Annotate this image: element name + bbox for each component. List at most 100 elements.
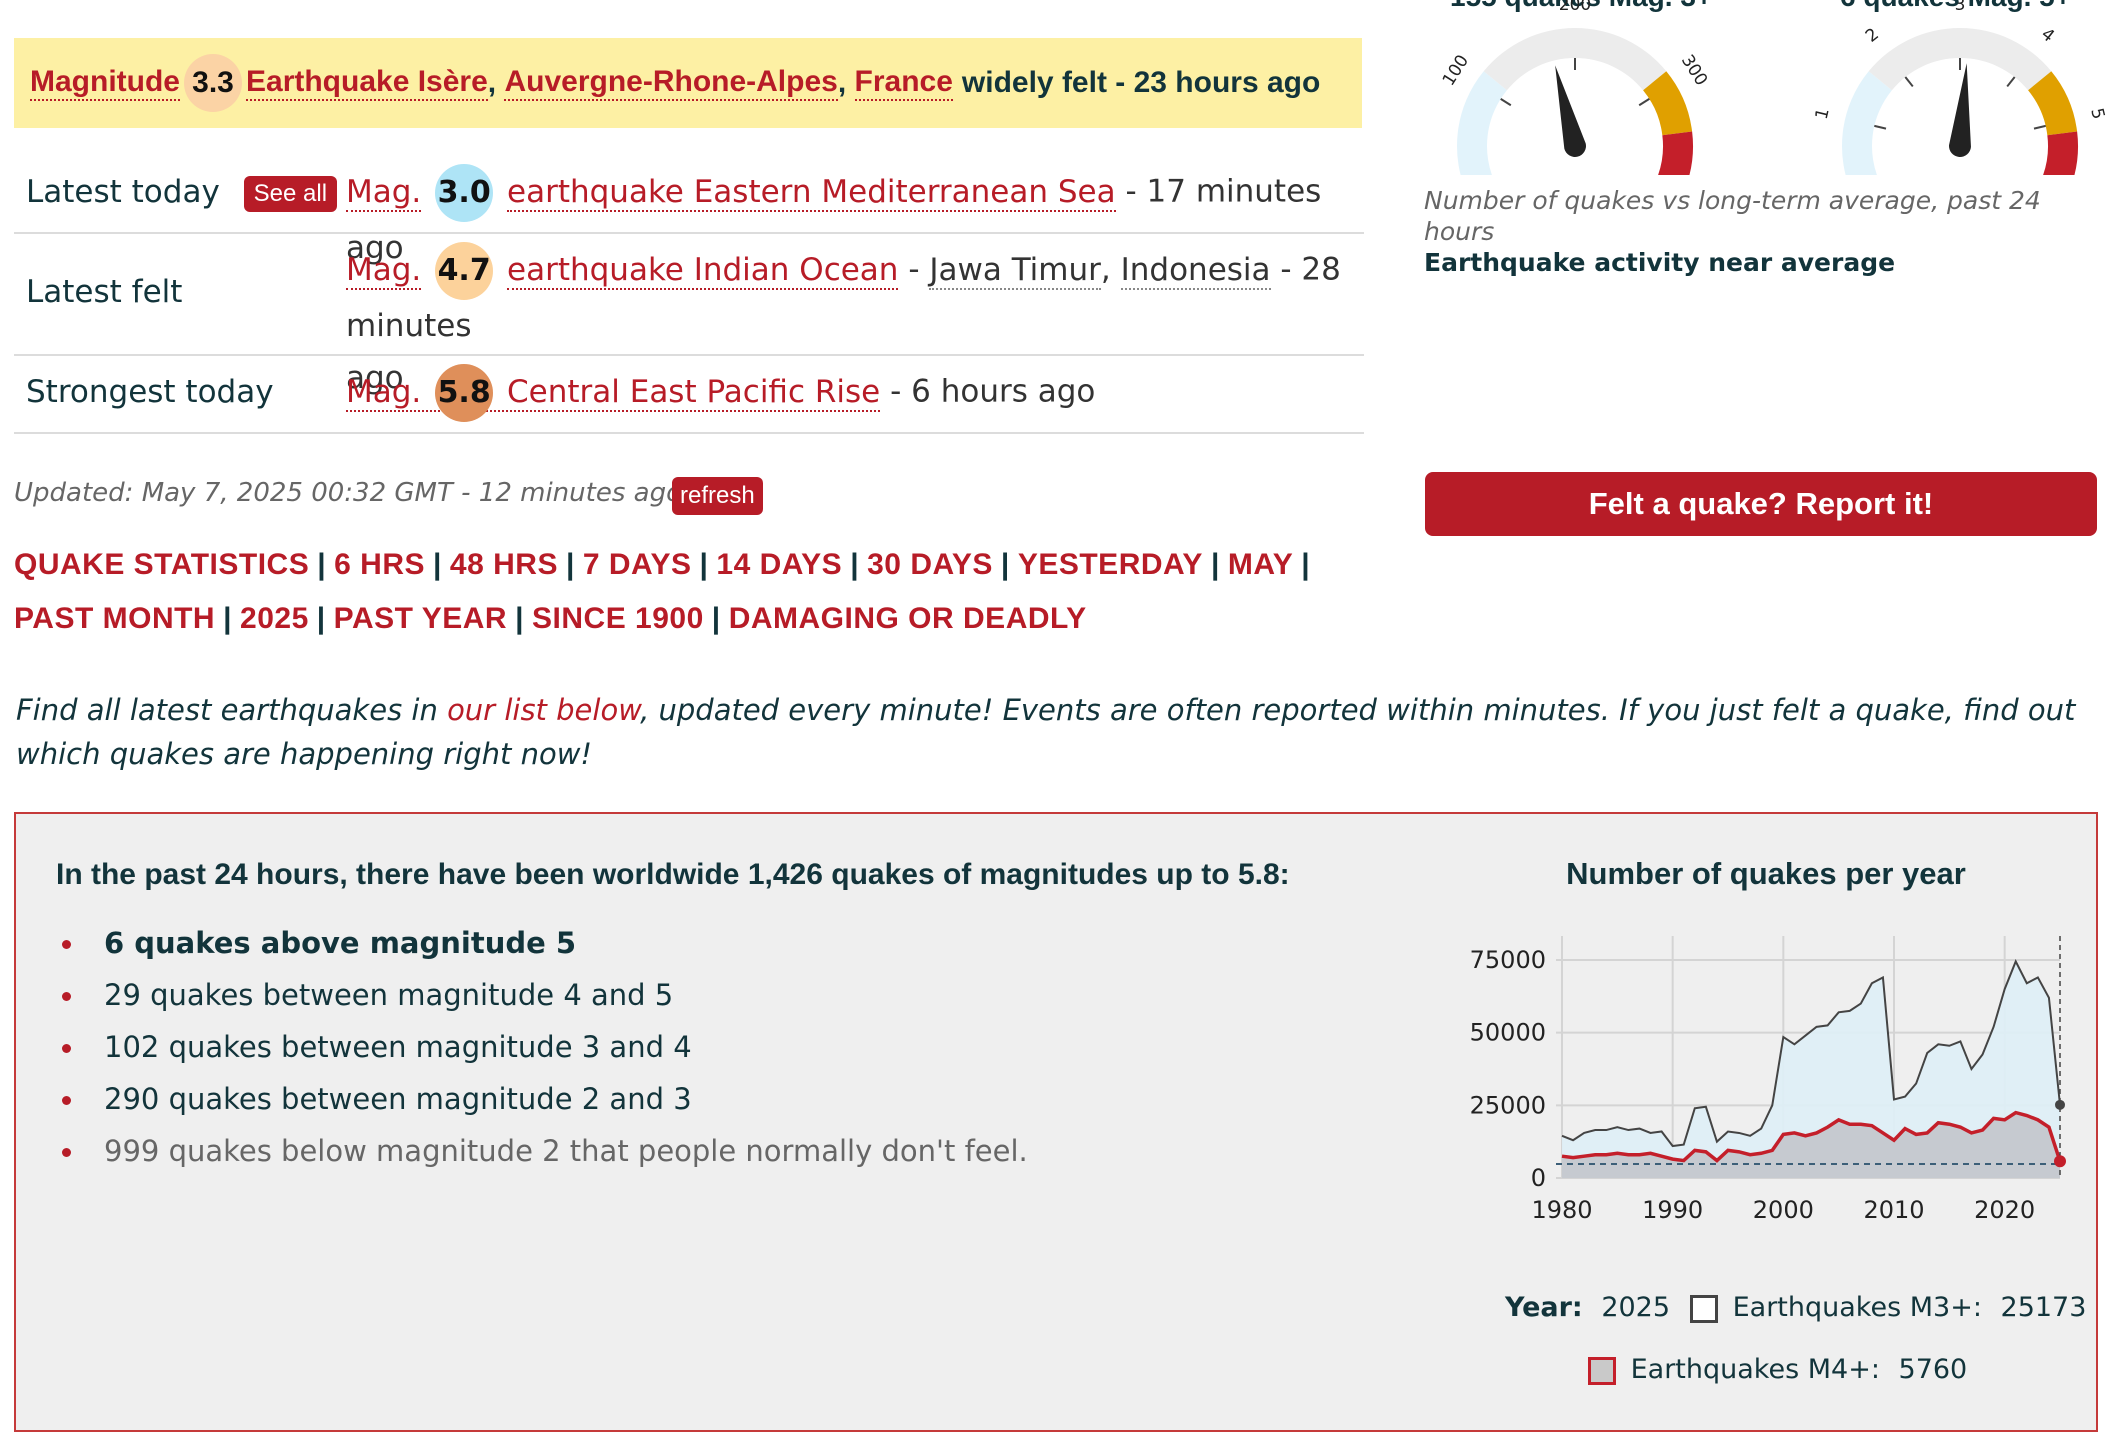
nav-link[interactable]: 48 HRS	[450, 548, 558, 581]
gauge-tick-label: 300	[1677, 51, 1711, 89]
nav-link[interactable]: SINCE 1900	[532, 602, 704, 635]
legend-year-value: 2025	[1601, 1292, 1671, 1323]
alert-magnitude-badge: 3.3	[184, 54, 242, 112]
refresh-button[interactable]: refresh	[672, 477, 763, 515]
gauge-band	[1457, 71, 1507, 175]
legend-year-label: Year:	[1505, 1292, 1583, 1323]
nav-link[interactable]: DAMAGING OR DEADLY	[729, 602, 1087, 635]
stats-nav-line-1: QUAKE STATISTICS | 6 HRS | 48 HRS | 7 DAYS | 14 …	[14, 548, 1318, 582]
updated-timestamp: Updated: May 7, 2025 00:32 GMT - 12 minu…	[14, 478, 682, 508]
nav-link[interactable]: 2025	[240, 602, 309, 635]
gauge-tick-label: 2	[1862, 24, 1883, 46]
stat-item: 6 quakes above magnitude 5	[61, 926, 577, 960]
nav-link[interactable]: PAST MONTH	[14, 602, 215, 635]
latest-felt-magnitude-badge: 4.7	[435, 242, 494, 300]
legend-m3[interactable]: Earthquakes M3+: 25173	[1690, 1292, 2086, 1323]
nav-link[interactable]: YESTERDAY	[1018, 548, 1203, 581]
x-tick-label: 2000	[1753, 1196, 1814, 1224]
nav-separator: |	[565, 548, 575, 581]
gauge-mag3: 0100200300343	[1439, 0, 1711, 175]
nav-link[interactable]: 30 DAYS	[867, 548, 993, 581]
legend-m4[interactable]: Earthquakes M4+: 5760	[1588, 1354, 1967, 1385]
latest-felt-area[interactable]: Jawa Timur	[929, 251, 1101, 290]
strongest-place-link[interactable]: Central East Pacific Rise	[507, 374, 880, 410]
nav-separator: |	[515, 602, 525, 635]
see-all-button[interactable]: See all	[243, 175, 338, 212]
intro-text: Find all latest earthquakes in our list …	[16, 693, 2076, 771]
legend-m4-label: Earthquakes M4+	[1630, 1354, 1871, 1385]
latest-today-place-link[interactable]: earthquake Eastern Mediterranean Sea	[507, 173, 1116, 212]
gauge-tick-label: 4	[2037, 24, 2058, 46]
gauge-tick	[1874, 124, 1887, 130]
latest-felt-place-link[interactable]: earthquake Indian Ocean	[507, 251, 899, 290]
latest-felt-country[interactable]: Indonesia	[1120, 251, 1271, 290]
gauge-tick-label: 3	[1955, 0, 1966, 15]
y-tick-label: 75000	[1470, 946, 1546, 974]
nav-link[interactable]: 6 HRS	[334, 548, 425, 581]
alert-region-link[interactable]: Auvergne-Rhone-Alpes	[504, 65, 838, 101]
gauge-needle	[1949, 63, 1971, 158]
alert-magnitude-link[interactable]: Magnitude	[30, 65, 180, 101]
our-list-link[interactable]: our list below	[447, 693, 640, 727]
latest-felt-mag-link[interactable]: Mag.	[346, 251, 422, 290]
stat-item: 999 quakes below magnitude 2 that people…	[62, 1134, 1028, 1168]
latest-today-label: Latest today	[26, 174, 220, 210]
stats-title: In the past 24 hours, there have been wo…	[56, 858, 1290, 891]
nav-link[interactable]: 7 DAYS	[583, 548, 692, 581]
stat-item: 102 quakes between magnitude 3 and 4	[62, 1030, 692, 1064]
stats-nav-line-2: PAST MONTH | 2025 | PAST YEAR | SINCE 1900 | DAM…	[14, 602, 1087, 636]
nav-link[interactable]: 14 DAYS	[716, 548, 842, 581]
legend-m3-checkbox[interactable]	[1690, 1294, 1718, 1323]
nav-link[interactable]: MAY	[1228, 548, 1293, 581]
nav-link[interactable]: QUAKE STATISTICS	[14, 548, 309, 581]
quakes-per-year-chart[interactable]: 1980 1990 2000 2010 2020 75000 50000 25000 0	[1420, 930, 2080, 1250]
x-tick-label: 2010	[1863, 1196, 1924, 1224]
legend-m4-value: 5760	[1898, 1354, 1968, 1385]
nav-separator: |	[711, 602, 721, 635]
nav-separator: |	[316, 602, 326, 635]
strongest-magnitude-badge: 5.8	[435, 364, 494, 422]
y-tick-label: 50000	[1470, 1019, 1546, 1047]
nav-separator: |	[223, 602, 233, 635]
gauge-tick-label: 100	[1439, 51, 1473, 89]
x-tick-label: 1980	[1531, 1196, 1592, 1224]
selected-point-m3	[2055, 1099, 2065, 1110]
latest-felt-label: Latest felt	[26, 274, 183, 310]
gauge-tick	[2033, 124, 2046, 130]
nav-separator: |	[317, 548, 327, 581]
gauge-tick	[1904, 76, 1914, 88]
legend-m4-checkbox[interactable]	[1588, 1356, 1616, 1385]
latest-felt-row: Latest felt Mag. 4.7 earthquake Indian O…	[14, 232, 1364, 396]
strongest-mag-link[interactable]: Mag. 5.8 Central East Pacific Rise	[346, 364, 881, 422]
legend-m3-value: 25173	[2000, 1292, 2087, 1323]
alert-place-link[interactable]: Earthquake Isère	[246, 65, 488, 101]
nav-separator: |	[850, 548, 860, 581]
gauge-mag5: 01234511	[1812, 0, 2108, 175]
gauge-tick	[2006, 76, 2016, 88]
gauge-tick	[1500, 98, 1512, 107]
x-tick-label: 1990	[1642, 1196, 1703, 1224]
gauge-band	[1842, 71, 1892, 175]
nav-separator: |	[1301, 548, 1311, 581]
latest-today-row: Latest today See all Mag. 3.0 earthquake…	[14, 152, 1364, 266]
alert-suffix: widely felt - 23 hours ago	[961, 66, 1321, 99]
latest-today-mag-link[interactable]: Mag.	[346, 173, 422, 212]
x-tick-label: 2020	[1974, 1196, 2035, 1224]
strongest-today-row: Strongest today Mag. 5.8 Central East Pa…	[14, 354, 1364, 434]
chart-title: Number of quakes per year	[1566, 856, 1966, 891]
gauge-band	[2043, 131, 2078, 175]
gauge-band	[1658, 131, 1693, 175]
gauge-tick-label: 200	[1559, 0, 1591, 15]
gauge-caption: Number of quakes vs long-term average, p…	[1424, 186, 2041, 246]
felt-alert-banner: Magnitude 3.3 Earthquake Isère, Auvergne…	[14, 38, 1362, 128]
alert-country-link[interactable]: France	[854, 65, 953, 101]
gauge-tick-label: 5	[2086, 106, 2108, 121]
strongest-today-label: Strongest today	[26, 374, 274, 410]
nav-link[interactable]: PAST YEAR	[334, 602, 507, 635]
legend-m3-label: Earthquakes M3+	[1732, 1292, 1973, 1323]
selected-point-m4	[2054, 1155, 2066, 1168]
gauge-status: Earthquake activity near average	[1424, 248, 1896, 277]
report-quake-button[interactable]: Felt a quake? Report it!	[1425, 472, 2097, 536]
legend-year: Year: 2025	[1505, 1292, 1670, 1323]
y-tick-label: 0	[1531, 1164, 1546, 1192]
